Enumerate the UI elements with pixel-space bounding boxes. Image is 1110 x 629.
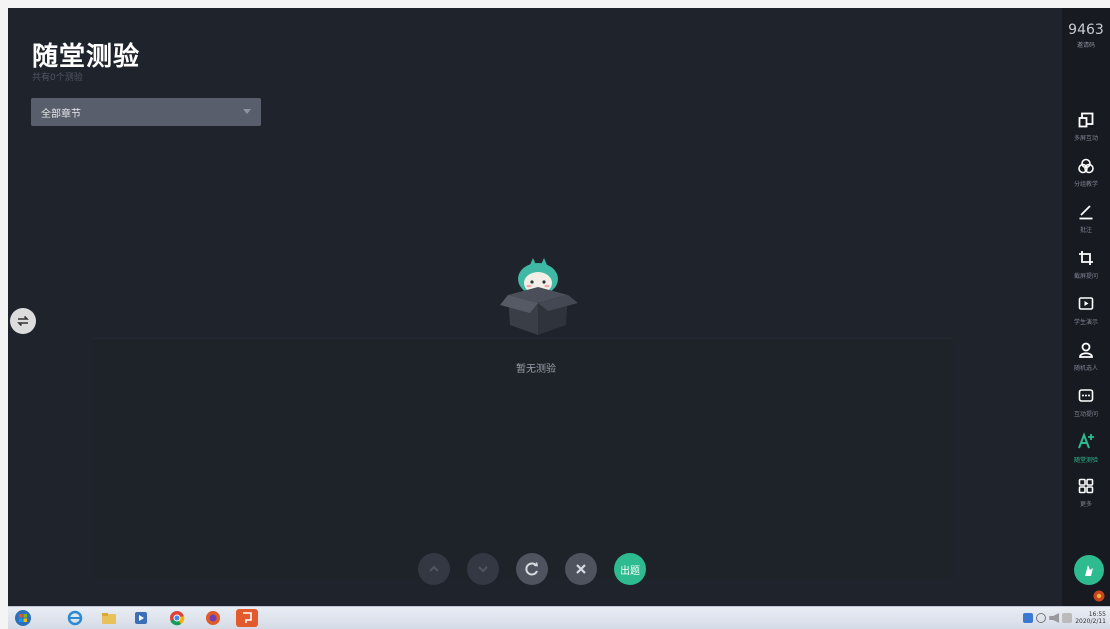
multi-screen-icon [1078, 112, 1094, 128]
settings-badge[interactable] [1092, 588, 1106, 602]
clock[interactable]: 16:55 2020/2/11 [1075, 611, 1106, 625]
tool-more[interactable]: 更多 [1062, 478, 1110, 508]
media-player-icon [135, 612, 147, 624]
tool-interactive-question[interactable]: 互动提问 [1062, 388, 1110, 418]
assistant-logo-icon [1085, 565, 1093, 576]
taskbar-chrome[interactable] [166, 609, 188, 627]
taskbar-browser[interactable] [202, 609, 224, 627]
quiz-count: 共有0个测验 [32, 73, 83, 83]
folder-icon [102, 613, 116, 624]
tool-label: 截屏提问 [1073, 273, 1098, 280]
system-tray: 16:55 2020/2/11 [1023, 609, 1106, 627]
gear-icon [1093, 590, 1105, 602]
tool-student-present[interactable]: 学生演示 [1062, 296, 1110, 326]
invite-code-label: 邀请码 [1076, 42, 1095, 49]
bottom-controls: 出题 [418, 553, 646, 587]
tool-label: 多屏互动 [1073, 135, 1098, 142]
interactive-question-icon [1078, 389, 1094, 402]
swap-arrows-icon [17, 315, 29, 327]
taskbar-slides-app[interactable] [236, 609, 258, 627]
tool-label: 互动提问 [1073, 411, 1098, 418]
tool-annotate[interactable]: 批注 [1062, 204, 1110, 234]
tray-network-icon[interactable] [1036, 613, 1047, 623]
page-title: 随堂测验 [32, 42, 141, 72]
tool-label: 更多 [1079, 501, 1092, 508]
tool-quiz[interactable]: 随堂测验 [1062, 432, 1110, 464]
taskbar-ie[interactable] [64, 609, 86, 627]
group-teaching-icon [1078, 158, 1094, 174]
chapter-select[interactable]: 全部章节 [31, 98, 261, 126]
main-area: 随堂测验 共有0个测验 全部章节 暂无测验 出题 [8, 8, 1062, 606]
chevron-up-icon [429, 565, 439, 572]
tool-label: 分组教学 [1073, 181, 1098, 188]
clock-date: 2020/2/11 [1075, 618, 1106, 625]
presentation-app-icon [243, 612, 252, 623]
tool-screenshot-question[interactable]: 截屏提问 [1062, 250, 1110, 280]
annotate-icon [1079, 205, 1093, 220]
tray-app-icon[interactable] [1023, 613, 1034, 623]
next-button[interactable] [467, 553, 499, 585]
tool-label: 随机选人 [1073, 365, 1098, 372]
more-grid-icon [1078, 478, 1094, 494]
invite-code: 9463 [1068, 22, 1104, 38]
refresh-icon [525, 562, 538, 576]
windows-taskbar: 16:55 2020/2/11 [8, 606, 1110, 629]
tool-multi-screen[interactable]: 多屏互动 [1062, 112, 1110, 142]
tool-label: 学生演示 [1073, 319, 1098, 326]
chapter-select-value: 全部章节 [41, 108, 81, 120]
student-present-icon [1078, 297, 1094, 310]
taskbar-media[interactable] [130, 609, 152, 627]
empty-box-illustration [486, 253, 586, 343]
windows-start-icon [15, 610, 31, 626]
quiz-icon [1078, 432, 1094, 449]
empty-state-text: 暂无测验 [516, 364, 556, 375]
browser-icon [206, 611, 220, 625]
tool-label: 批注 [1079, 227, 1092, 234]
prev-button[interactable] [418, 553, 450, 585]
assistant-button[interactable] [1074, 555, 1104, 585]
close-icon [576, 564, 586, 574]
screenshot-crop-icon [1079, 251, 1093, 265]
close-button[interactable] [565, 553, 597, 585]
chevron-down-icon [478, 566, 488, 573]
taskbar-explorer[interactable] [98, 609, 120, 627]
tray-ime-icon[interactable] [1062, 613, 1073, 623]
swap-panel-button[interactable] [10, 308, 36, 334]
clock-time: 16:55 [1088, 611, 1106, 618]
app-screen: 随堂测验 共有0个测验 全部章节 暂无测验 出题 9463 邀请码 多屏互动 分… [8, 8, 1110, 606]
publish-quiz-button[interactable]: 出题 [614, 553, 646, 585]
chrome-icon [170, 611, 185, 626]
tray-volume-icon[interactable] [1049, 613, 1060, 623]
tool-group-teaching[interactable]: 分组教学 [1062, 158, 1110, 188]
publish-quiz-label: 出题 [620, 565, 640, 577]
refresh-button[interactable] [516, 553, 548, 585]
caret-down-icon [243, 109, 251, 114]
random-pick-icon [1079, 342, 1093, 358]
internet-explorer-icon [67, 610, 83, 626]
start-button[interactable] [12, 609, 34, 627]
tool-random-pick[interactable]: 随机选人 [1062, 342, 1110, 372]
right-toolbar: 9463 邀请码 多屏互动 分组教学 批注 截屏提问 学生演示 随机选人 互动提… [1062, 8, 1110, 606]
tool-label: 随堂测验 [1073, 457, 1098, 464]
